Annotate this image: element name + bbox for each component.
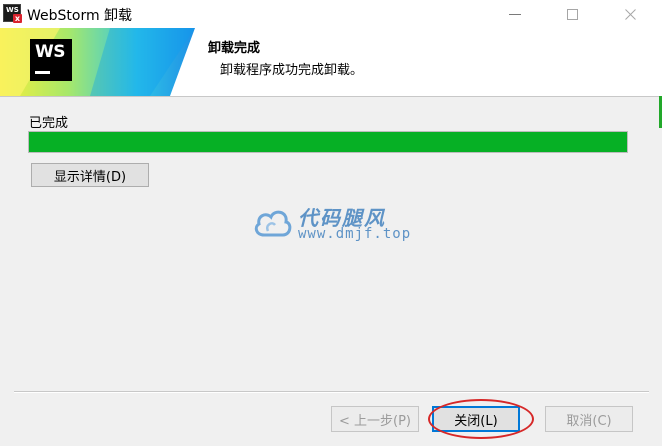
minimize-icon xyxy=(509,13,521,15)
progress-fill xyxy=(29,132,627,152)
title-bar: WS x WebStorm 卸载 xyxy=(0,0,662,28)
header-banner-graphic: WS xyxy=(0,28,200,96)
logo-text: WS xyxy=(35,42,66,62)
logo-underline xyxy=(35,71,50,74)
progress-bar xyxy=(28,131,628,153)
close-icon xyxy=(624,8,636,20)
webstorm-logo: WS xyxy=(30,39,72,81)
app-icon-text: WS xyxy=(6,6,19,14)
close-window-button[interactable] xyxy=(608,0,652,28)
installer-header: WS 卸载完成 卸载程序成功完成卸载。 xyxy=(0,28,662,97)
back-button[interactable]: < 上一步(P) xyxy=(331,406,419,432)
header-title: 卸载完成 xyxy=(208,41,261,56)
footer-divider-highlight xyxy=(14,392,649,393)
header-subtitle: 卸载程序成功完成卸载。 xyxy=(220,63,364,78)
minimize-button[interactable] xyxy=(493,0,537,28)
status-label: 已完成 xyxy=(29,116,69,131)
webstorm-app-icon: WS x xyxy=(3,4,22,23)
cancel-button[interactable]: 取消(C) xyxy=(545,406,633,432)
uninstall-badge-icon: x xyxy=(13,14,22,23)
maximize-button[interactable] xyxy=(550,0,594,28)
watermark-logo-icon xyxy=(254,210,292,237)
maximize-icon xyxy=(566,8,578,20)
show-details-button[interactable]: 显示详情(D) xyxy=(31,163,149,187)
window-title: WebStorm 卸载 xyxy=(27,8,133,24)
watermark-url: www.dmjf.top xyxy=(298,226,412,242)
close-button[interactable]: 关闭(L) xyxy=(432,406,520,432)
